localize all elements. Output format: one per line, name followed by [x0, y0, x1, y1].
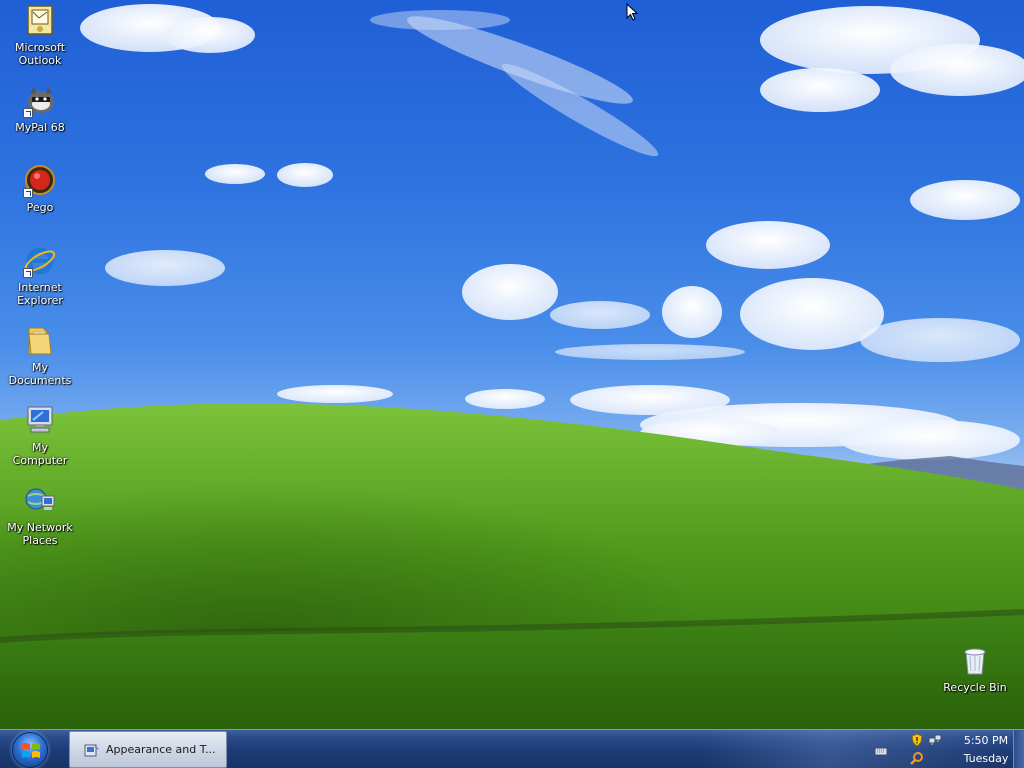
system-tray: 5:50 PM Tuesday — [866, 730, 1012, 768]
network-icon — [23, 484, 57, 518]
security-shield-icon[interactable] — [910, 733, 924, 747]
desktop-icon-recycle-bin[interactable]: Recycle Bin — [936, 644, 1014, 694]
pego-icon — [23, 164, 57, 198]
desktop-icon-label: My Network Places — [7, 521, 73, 547]
taskbar-button-appearance[interactable]: Appearance and T... — [69, 731, 227, 768]
search-tray-icon[interactable] — [910, 751, 924, 765]
desktop-icon-label: My Documents — [8, 361, 72, 387]
clock-time[interactable]: 5:50 PM — [960, 734, 1012, 747]
desktop-icon-label: Internet Explorer — [17, 281, 63, 307]
desktop-icon-my-network-places[interactable]: My Network Places — [1, 484, 79, 547]
taskbar-button-label: Appearance and T... — [106, 743, 216, 756]
desktop-icon-internet-explorer[interactable]: Internet Explorer — [1, 244, 79, 307]
desktop-icon-label: My Computer — [12, 441, 68, 467]
desktop-icon-my-computer[interactable]: My Computer — [1, 404, 79, 467]
keyboard-icon[interactable] — [874, 744, 888, 758]
wallpaper-landscape — [0, 4, 1024, 729]
mypal-icon — [23, 84, 57, 118]
internet-explorer-icon — [23, 244, 57, 278]
desktop-icon-outlook[interactable]: Microsoft Outlook — [1, 4, 79, 67]
folder-icon — [23, 324, 57, 358]
shortcut-arrow-icon — [23, 268, 33, 278]
desktop-icon-label: MyPal 68 — [15, 121, 65, 134]
desktop-icon-label: Recycle Bin — [943, 681, 1007, 694]
taskbar: Appearance and T... 5:50 PM Tuesday — [0, 729, 1024, 768]
show-desktop-button[interactable] — [1013, 730, 1024, 768]
desktop-icon-label: Pego — [26, 201, 54, 214]
start-button[interactable] — [12, 732, 48, 768]
shortcut-arrow-icon — [23, 188, 33, 198]
desktop-icon-label: Microsoft Outlook — [14, 41, 66, 67]
clock-day[interactable]: Tuesday — [960, 752, 1012, 765]
desktop-icon-mypal[interactable]: MyPal 68 — [1, 84, 79, 134]
recycle-bin-icon — [958, 644, 992, 678]
computer-icon — [23, 404, 57, 438]
network-tray-icon[interactable] — [928, 733, 942, 747]
desktop-icon-my-documents[interactable]: My Documents — [1, 324, 79, 387]
desktop-wallpaper — [0, 0, 1024, 768]
windows-logo-icon — [22, 743, 40, 758]
mouse-cursor-icon — [626, 3, 638, 21]
shortcut-arrow-icon — [23, 108, 33, 118]
outlook-icon — [23, 4, 57, 38]
control-panel-icon — [84, 743, 99, 756]
desktop-icon-pego[interactable]: Pego — [1, 164, 79, 214]
